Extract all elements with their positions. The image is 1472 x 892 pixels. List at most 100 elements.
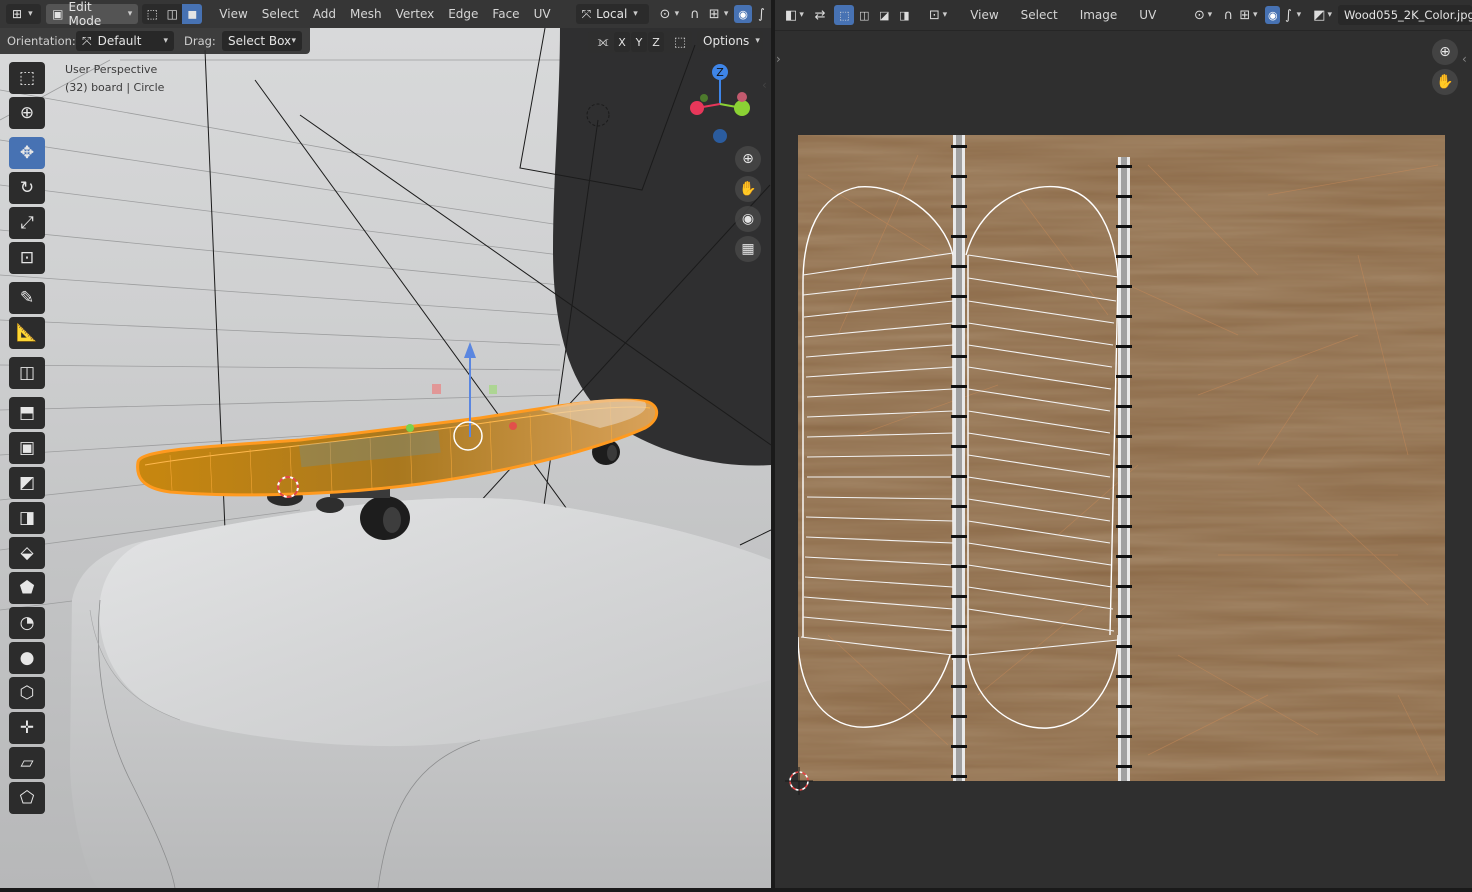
chevron-down-icon: ▾ — [1327, 10, 1333, 20]
mirror-y-toggle[interactable]: Y — [631, 32, 647, 52]
tool-transform-icon[interactable]: ⊡ — [9, 242, 45, 274]
menu-face[interactable]: Face — [485, 7, 526, 21]
tool-shelf: ⬚ ⊕ ✥ ↻ ⤢ ⊡ ✎ 📐 ◫ ⬒ ▣ ◩ ◨ ⬙ ⬟ ◔ ● ⬡ ✛ ▱ … — [6, 62, 48, 817]
menu-edge[interactable]: Edge — [441, 7, 485, 21]
orientation-value: Default — [97, 34, 142, 48]
select-mode-group: ⬚ ◫ ◼ — [142, 4, 203, 24]
tool-shear-icon[interactable]: ▱ — [9, 747, 45, 779]
uv-island-select-icon[interactable]: ◨ — [894, 5, 914, 25]
tool-extrude-region-icon[interactable]: ⬒ — [9, 397, 45, 429]
viewport-header: ⊞ ▾ ▣ Edit Mode ▾ ⬚ ◫ ◼ View Select Add M… — [0, 0, 771, 28]
menu-uv[interactable]: UV — [527, 7, 558, 21]
image-browse-icon[interactable]: ◩ — [1311, 5, 1327, 25]
tool-bevel-icon[interactable]: ◩ — [9, 467, 45, 499]
chevron-down-icon: ▾ — [723, 9, 729, 19]
viewport-scene[interactable] — [0, 0, 771, 888]
uv-snap-target-icon[interactable]: ⊞ — [1237, 5, 1253, 25]
status-bar-edge — [0, 888, 1472, 892]
uv-editor-type-icon[interactable]: ◧ — [783, 5, 799, 25]
tool-rip-region-icon[interactable]: ⬠ — [9, 782, 45, 814]
face-select-button[interactable]: ◼ — [182, 4, 203, 24]
uv-snap-icon[interactable]: ∩ — [1220, 5, 1236, 25]
uv-vertex-select-icon[interactable]: ⬚ — [834, 5, 855, 25]
image-name-field[interactable]: Wood055_2K_Color.jpg — [1338, 5, 1472, 25]
chevron-down-icon: ▾ — [127, 9, 133, 19]
tool-poly-build-icon[interactable]: ⬟ — [9, 572, 45, 604]
chevron-down-icon: ▾ — [755, 36, 760, 46]
sync-selection-icon[interactable]: ⇄ — [812, 5, 828, 25]
options-dropdown[interactable]: Options ▾ — [697, 31, 763, 51]
tool-shrink-fatten-icon[interactable]: ✛ — [9, 712, 45, 744]
vertex-select-button[interactable]: ⬚ — [142, 4, 163, 24]
chevron-down-icon: ▾ — [291, 36, 296, 46]
drag-dropdown[interactable]: Select Box ▾ — [222, 31, 302, 51]
uv-zoom-icon[interactable]: ⊕ — [1432, 39, 1458, 65]
uv-pan-hand-icon[interactable]: ✋ — [1432, 69, 1458, 95]
tool-annotate-icon[interactable]: ✎ — [9, 282, 45, 314]
snap-magnet-icon[interactable]: ∩ — [685, 4, 704, 24]
uv-menu-view[interactable]: View — [963, 8, 1005, 22]
proportional-edit-icon[interactable]: ◉ — [734, 5, 752, 23]
tool-select-box-icon[interactable]: ⬚ — [9, 62, 45, 94]
tool-measure-icon[interactable]: 📐 — [9, 317, 45, 349]
sticky-select-icon[interactable]: ⊡ — [926, 5, 942, 25]
camera-view-icon[interactable]: ◉ — [735, 206, 761, 232]
uv-face-select-icon[interactable]: ◪ — [874, 5, 894, 25]
tool-move-icon[interactable]: ✥ — [9, 137, 45, 169]
tool-edge-slide-icon[interactable]: ⬡ — [9, 677, 45, 709]
orientation-icon: ⤧ — [581, 6, 592, 21]
uv-proportional-edit-icon[interactable]: ◉ — [1265, 6, 1281, 24]
tool-smooth-icon[interactable]: ● — [9, 642, 45, 674]
menu-add[interactable]: Add — [306, 7, 343, 21]
view-perspective-label: User Perspective — [65, 63, 158, 76]
snap-target-icon[interactable]: ⊞ — [705, 4, 724, 24]
uv-pivot-icon[interactable]: ⊙ — [1191, 5, 1207, 25]
tool-cursor-icon[interactable]: ⊕ — [9, 97, 45, 129]
chevron-down-icon: ▾ — [799, 10, 804, 20]
uv-2d-cursor-icon[interactable] — [785, 767, 813, 795]
ortho-grid-icon[interactable]: ▦ — [735, 236, 761, 262]
tool-spin-icon[interactable]: ◔ — [9, 607, 45, 639]
zoom-icon[interactable]: ⊕ — [735, 146, 761, 172]
tool-add-cube-icon[interactable]: ◫ — [9, 357, 45, 389]
chevron-down-icon: ▾ — [1207, 10, 1213, 20]
falloff-curve-icon[interactable]: ∫ — [752, 4, 771, 24]
pivot-point-icon[interactable]: ⊙ — [655, 4, 674, 24]
topology-mirror-icon[interactable]: ⬚ — [670, 32, 690, 52]
pedestal-block — [70, 498, 771, 888]
tool-knife-icon[interactable]: ⬙ — [9, 537, 45, 569]
sidebar-toggle-icon[interactable]: ‹ — [762, 78, 767, 92]
tool-rotate-icon[interactable]: ↻ — [9, 172, 45, 204]
mirror-z-toggle[interactable]: Z — [648, 32, 664, 52]
chevron-down-icon: ▾ — [1252, 10, 1258, 20]
object-info-label: (32) board | Circle — [65, 81, 165, 94]
texture-image[interactable] — [798, 135, 1445, 781]
uv-falloff-icon[interactable]: ∫ — [1280, 5, 1296, 25]
uv-edge-select-icon[interactable]: ◫ — [854, 5, 874, 25]
mode-dropdown[interactable]: ▣ Edit Mode ▾ — [46, 0, 139, 28]
mirror-x-toggle[interactable]: X — [614, 32, 630, 52]
pan-hand-icon[interactable]: ✋ — [735, 176, 761, 202]
orientation-dropdown[interactable]: ⤧ Default ▾ — [76, 31, 174, 51]
navigation-gizmo[interactable]: Z — [684, 60, 756, 150]
menu-mesh[interactable]: Mesh — [343, 7, 389, 21]
uv-menu-image[interactable]: Image — [1073, 8, 1125, 22]
uv-menu-select[interactable]: Select — [1014, 8, 1065, 22]
editor-type-button[interactable]: ⊞ ▾ — [6, 4, 42, 24]
edge-select-button[interactable]: ◫ — [162, 4, 183, 24]
menu-vertex[interactable]: Vertex — [389, 7, 442, 21]
toolbar-toggle-icon[interactable]: › — [776, 52, 781, 66]
transform-orientation-dropdown[interactable]: ⤧ Local ▾ — [575, 4, 650, 24]
tool-loop-cut-icon[interactable]: ◨ — [9, 502, 45, 534]
3d-viewport[interactable]: ⊞ ▾ ▣ Edit Mode ▾ ⬚ ◫ ◼ View Select Add M… — [0, 0, 771, 888]
menu-select[interactable]: Select — [255, 7, 306, 21]
chevron-down-icon: ▾ — [163, 36, 168, 46]
tool-scale-icon[interactable]: ⤢ — [9, 207, 45, 239]
chevron-down-icon: ▾ — [674, 9, 680, 19]
tool-inset-faces-icon[interactable]: ▣ — [9, 432, 45, 464]
uv-sidebar-toggle-icon[interactable]: ‹ — [1462, 52, 1467, 66]
mirror-icon: ⟗ — [597, 34, 609, 50]
uv-menu-uv[interactable]: UV — [1132, 8, 1163, 22]
viewport-tool-settings: Orientation: ⤧ Default ▾ Drag: Select Bo… — [0, 28, 771, 54]
menu-view[interactable]: View — [212, 7, 254, 21]
